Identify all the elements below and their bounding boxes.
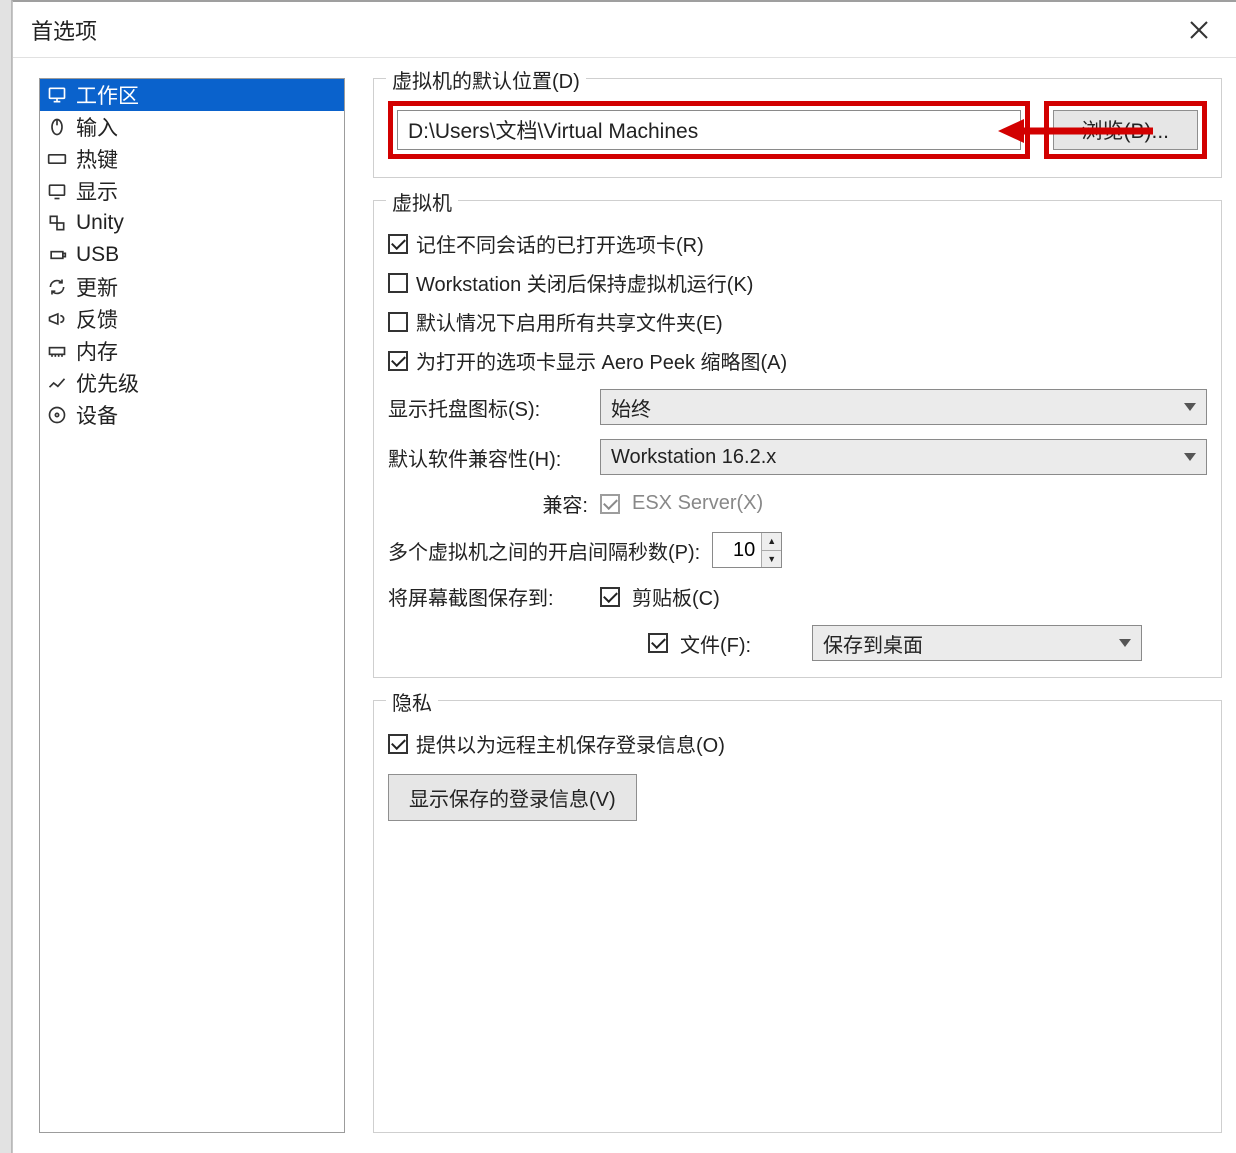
label-remember-tabs: 记住不同会话的已打开选项卡(R) [416,229,704,258]
sidebar-item-label: 输入 [76,112,118,142]
sidebar-item-label: 优先级 [76,368,139,398]
sidebar-item-label: 热键 [76,144,118,174]
checkbox-esx [600,494,620,514]
spinner-delay[interactable]: ▲ ▼ [712,532,782,568]
select-tray-icon[interactable]: 始终 [600,389,1207,425]
chevron-down-icon [1184,403,1196,411]
group-default-location: 虚拟机的默认位置(D) D:\Users\文档\Virtual Machines… [373,78,1222,178]
sidebar-item-updates[interactable]: 更新 [40,271,344,303]
close-button[interactable] [1178,9,1220,51]
group-privacy: 隐私 提供以为远程主机保存登录信息(O) 显示保存的登录信息(V) [373,700,1222,1133]
spinner-up[interactable]: ▲ [762,533,781,551]
label-delay: 多个虚拟机之间的开启间隔秒数(P): [388,536,700,565]
memory-icon [46,340,68,362]
checkbox-aero-peek[interactable] [388,351,408,371]
category-list: 工作区 输入 热键 显示 Unity USB [39,78,345,1133]
group-legend: 虚拟机 [386,187,458,216]
sidebar-item-hotkeys[interactable]: 热键 [40,143,344,175]
sidebar-item-usb[interactable]: USB [40,239,344,271]
checkbox-enable-shared[interactable] [388,312,408,332]
settings-panel: 虚拟机的默认位置(D) D:\Users\文档\Virtual Machines… [373,78,1226,1133]
group-legend: 隐私 [386,687,438,716]
usb-icon [46,244,68,266]
titlebar: 首选项 [13,2,1236,58]
display-icon [46,180,68,202]
checkbox-keep-running[interactable] [388,273,408,293]
edge-strip [0,0,12,1153]
label-clipboard: 剪贴板(C) [632,582,720,611]
sidebar-item-display[interactable]: 显示 [40,175,344,207]
sidebar-item-workspace[interactable]: 工作区 [40,79,344,111]
refresh-icon [46,276,68,298]
chevron-down-icon [1184,453,1196,461]
browse-button[interactable]: 浏览(B)... [1053,110,1199,150]
sidebar-item-memory[interactable]: 内存 [40,335,344,367]
select-save-to[interactable]: 保存到桌面 [812,625,1142,661]
sidebar-item-unity[interactable]: Unity [40,207,344,239]
sidebar-item-label: USB [76,243,119,267]
group-vm: 虚拟机 记住不同会话的已打开选项卡(R) Workstation 关闭后保持虚拟… [373,200,1222,678]
label-compat: 默认软件兼容性(H): [388,443,588,472]
label-esx: 兼容: [388,489,588,518]
group-legend: 虚拟机的默认位置(D) [386,65,586,94]
sidebar-item-label: 工作区 [76,80,139,110]
label-tray: 显示托盘图标(S): [388,393,588,422]
sidebar-item-devices[interactable]: 设备 [40,399,344,431]
label-aero-peek: 为打开的选项卡显示 Aero Peek 缩略图(A) [416,346,787,375]
label-offer-save: 提供以为远程主机保存登录信息(O) [416,729,725,758]
chevron-down-icon [1119,639,1131,647]
sidebar-item-label: 反馈 [76,304,118,334]
path-value: D:\Users\文档\Virtual Machines [408,115,698,145]
unity-icon [46,212,68,234]
highlight-browse: 浏览(B)... [1044,101,1208,159]
label-keep-running: Workstation 关闭后保持虚拟机运行(K) [416,268,753,297]
select-compatibility[interactable]: Workstation 16.2.x [600,439,1207,475]
show-saved-logins-button[interactable]: 显示保存的登录信息(V) [388,774,637,821]
label-file: 文件(F): [680,629,800,658]
priority-icon [46,372,68,394]
checkbox-remember-tabs[interactable] [388,234,408,254]
keyboard-icon [46,148,68,170]
sidebar-item-label: 内存 [76,336,118,366]
default-location-input[interactable]: D:\Users\文档\Virtual Machines [397,110,1021,150]
disc-icon [46,404,68,426]
highlight-path: D:\Users\文档\Virtual Machines [388,101,1030,159]
megaphone-icon [46,308,68,330]
preferences-window: 首选项 工作区 输入 热键 显示 [12,0,1236,1153]
sidebar-item-feedback[interactable]: 反馈 [40,303,344,335]
spinner-input[interactable] [713,533,761,567]
select-value: 保存到桌面 [823,629,923,658]
sidebar-item-label: 显示 [76,176,118,206]
sidebar-item-label: Unity [76,211,124,235]
checkbox-file[interactable] [648,633,668,653]
label-screenshot: 将屏幕截图保存到: [388,582,588,611]
sidebar-item-label: 更新 [76,272,118,302]
checkbox-clipboard[interactable] [600,587,620,607]
sidebar-item-priority[interactable]: 优先级 [40,367,344,399]
spinner-down[interactable]: ▼ [762,551,781,568]
sidebar-item-label: 设备 [76,400,118,430]
label-enable-shared: 默认情况下启用所有共享文件夹(E) [416,307,723,336]
checkbox-offer-save[interactable] [388,734,408,754]
monitor-icon [46,84,68,106]
select-value: Workstation 16.2.x [611,446,776,469]
window-title: 首选项 [31,14,1178,46]
body: 工作区 输入 热键 显示 Unity USB [13,58,1236,1153]
close-icon [1189,20,1209,40]
select-value: 始终 [611,393,651,422]
label-esx-value: ESX Server(X) [632,492,763,515]
mouse-icon [46,116,68,138]
sidebar-item-input[interactable]: 输入 [40,111,344,143]
